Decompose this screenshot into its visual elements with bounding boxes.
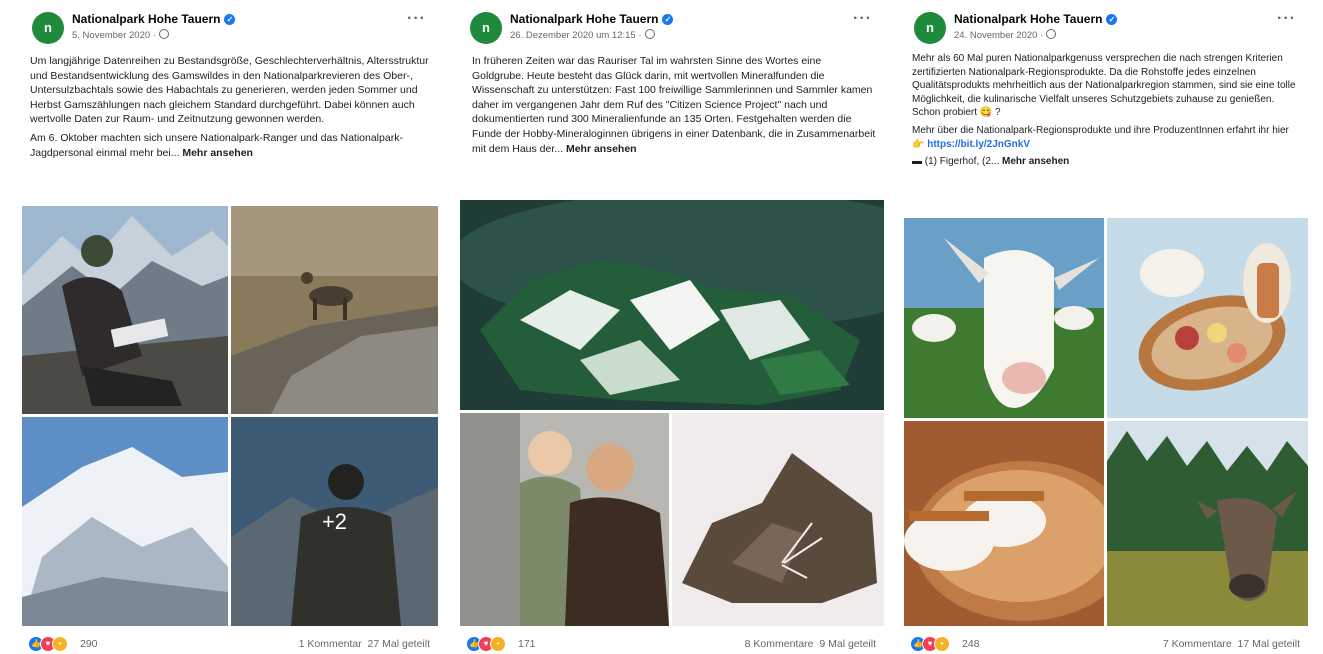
goat-image [904, 218, 1104, 418]
post-footer: 👍 ♥ • 171 8 Kommentare 9 Mal geteilt [466, 636, 878, 652]
product-link[interactable]: https://bit.ly/2JnGnkV [927, 139, 1030, 150]
post-text: Um langjährige Datenreihen zu Bestandsgr… [30, 54, 430, 164]
post-text: Mehr als 60 Mal puren Nationalparkgenuss… [912, 52, 1300, 173]
photo-mineral-specimen[interactable] [672, 413, 884, 626]
comment-count[interactable]: 7 Kommentare [1163, 638, 1232, 650]
mineral-crystal-image [460, 200, 884, 410]
page-avatar[interactable]: n [914, 12, 946, 44]
comment-count[interactable]: 1 Kommentar [299, 638, 362, 650]
photo-father-child[interactable] [460, 413, 669, 626]
mineral-specimen-image [672, 413, 884, 626]
facebook-post-mineralien: n Nationalpark Hohe Tauern ✓ 26. Dezember… [460, 6, 884, 652]
reactions[interactable]: 👍 ♥ • [28, 636, 68, 652]
page-avatar[interactable]: n [32, 12, 64, 44]
post-timestamp[interactable]: 5. November 2020 · [72, 29, 169, 41]
photo-cow[interactable] [1107, 421, 1308, 626]
post-header: n Nationalpark Hohe Tauern ✓ 24. November… [914, 10, 1298, 50]
see-more-link[interactable]: Mehr ansehen [182, 147, 253, 159]
share-count[interactable]: 9 Mal geteilt [819, 638, 876, 650]
verified-badge-icon: ✓ [1106, 14, 1118, 25]
cow-image [1107, 421, 1308, 626]
page-name-link[interactable]: Nationalpark Hohe Tauern ✓ [954, 12, 1118, 26]
page-name[interactable]: Nationalpark Hohe Tauern [954, 12, 1102, 26]
snowy-peak-image [22, 417, 228, 626]
comment-count[interactable]: 8 Kommentare [745, 638, 814, 650]
chamois-image [231, 206, 438, 414]
facebook-post-gamszaehlung: n Nationalpark Hohe Tauern ✓ 5. November … [22, 6, 438, 652]
page-name[interactable]: Nationalpark Hohe Tauern [72, 12, 220, 26]
brettljause-image [1107, 218, 1308, 418]
wow-reaction-icon: • [490, 636, 506, 652]
more-options-icon[interactable]: ··· [407, 10, 426, 28]
photo-chamois[interactable] [231, 206, 438, 414]
post-date[interactable]: 24. November 2020 · [954, 30, 1043, 41]
reaction-count[interactable]: 290 [80, 638, 98, 650]
photo-mineral-crystal[interactable] [460, 200, 884, 410]
reactions[interactable]: 👍 ♥ • [910, 636, 950, 652]
post-paragraph: Am 6. Oktober machten sich unsere Nation… [30, 131, 430, 160]
post-paragraph: Um langjährige Datenreihen zu Bestandsgr… [30, 55, 429, 126]
see-more-link[interactable]: Mehr ansehen [566, 143, 637, 155]
post-footer: 👍 ♥ • 290 1 Kommentar 27 Mal geteilt [28, 636, 432, 652]
verified-badge-icon: ✓ [662, 14, 674, 25]
photo-snowy-peak[interactable] [22, 417, 228, 626]
page-name-link[interactable]: Nationalpark Hohe Tauern ✓ [72, 12, 236, 26]
wow-reaction-icon: • [934, 636, 950, 652]
post-paragraph-text: In früheren Zeiten war das Rauriser Tal … [472, 55, 876, 155]
globe-icon [158, 29, 169, 39]
post-timestamp[interactable]: 24. November 2020 · [954, 29, 1057, 41]
more-options-icon[interactable]: ··· [1277, 10, 1296, 28]
post-text: In früheren Zeiten war das Rauriser Tal … [472, 54, 876, 160]
globe-icon [1046, 29, 1057, 39]
photo-goat[interactable] [904, 218, 1104, 418]
post-date[interactable]: 26. Dezember 2020 um 12:15 · [510, 30, 642, 41]
reaction-count[interactable]: 171 [518, 638, 536, 650]
share-count[interactable]: 17 Mal geteilt [1238, 638, 1300, 650]
verified-badge-icon: ✓ [224, 14, 236, 25]
facebook-post-regionsprodukte: n Nationalpark Hohe Tauern ✓ 24. November… [904, 6, 1308, 652]
globe-icon [644, 29, 655, 39]
post-stats: 1 Kommentar 27 Mal geteilt [299, 638, 430, 650]
reaction-count[interactable]: 248 [962, 638, 980, 650]
post-paragraph: Mehr als 60 Mal puren Nationalparkgenuss… [912, 53, 1296, 119]
more-photos-overlay[interactable]: +2 [231, 417, 438, 626]
post-paragraph-text: ▬ (1) Figerhof, (2... [912, 156, 1000, 168]
post-stats: 7 Kommentare 17 Mal geteilt [1163, 638, 1300, 650]
reactions[interactable]: 👍 ♥ • [466, 636, 506, 652]
post-stats: 8 Kommentare 9 Mal geteilt [745, 638, 876, 650]
photo-binoculars-more[interactable]: +2 [231, 417, 438, 626]
post-paragraph: Mehr über die Nationalpark-Regionsproduk… [912, 124, 1300, 151]
more-options-icon[interactable]: ··· [853, 10, 872, 28]
page-avatar[interactable]: n [470, 12, 502, 44]
post-timestamp[interactable]: 26. Dezember 2020 um 12:15 · [510, 29, 655, 41]
post-header: n Nationalpark Hohe Tauern ✓ 26. Dezember… [470, 10, 874, 50]
post-paragraph: ▬ (1) Figerhof, (2... Mehr ansehen [912, 155, 1300, 169]
post-footer: 👍 ♥ • 248 7 Kommentare 17 Mal geteilt [910, 636, 1302, 652]
post-date[interactable]: 5. November 2020 · [72, 30, 156, 41]
wow-reaction-icon: • [52, 636, 68, 652]
photo-ranger-sitting[interactable] [22, 206, 228, 414]
see-more-link[interactable]: Mehr ansehen [1002, 156, 1069, 167]
cheese-bowl-image [904, 421, 1104, 626]
share-count[interactable]: 27 Mal geteilt [368, 638, 430, 650]
father-child-image [460, 413, 669, 626]
photo-cheese-bowl[interactable] [904, 421, 1104, 626]
page-name-link[interactable]: Nationalpark Hohe Tauern ✓ [510, 12, 674, 26]
ranger-image [22, 206, 228, 414]
post-paragraph: In früheren Zeiten war das Rauriser Tal … [472, 54, 876, 156]
post-header: n Nationalpark Hohe Tauern ✓ 5. November … [32, 10, 428, 50]
photo-brettljause[interactable] [1107, 218, 1308, 418]
page-name[interactable]: Nationalpark Hohe Tauern [510, 12, 658, 26]
